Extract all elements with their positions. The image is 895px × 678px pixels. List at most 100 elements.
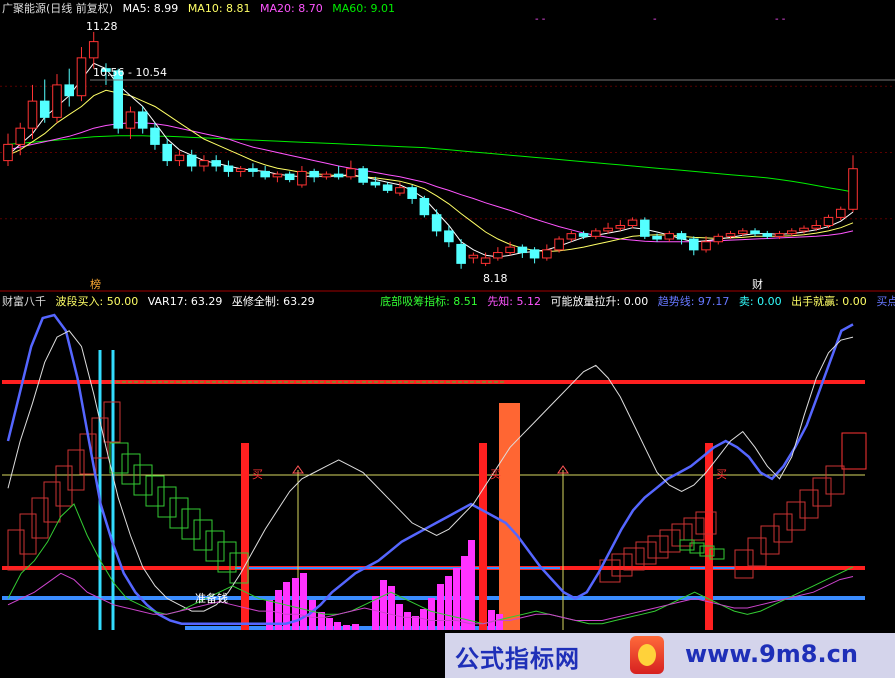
ma5-line	[7, 62, 854, 258]
green-step-box	[169, 497, 189, 529]
red-step-box	[55, 465, 73, 507]
main-labels: 11.28 10.56 - 10.54 8.18 榜 财	[86, 20, 895, 291]
bottom-readout: 底部吸筹指标: 8.51	[380, 295, 478, 308]
candle-down	[444, 230, 454, 243]
candle-up	[505, 246, 515, 254]
red-step-box	[825, 465, 845, 495]
candle-up	[615, 225, 626, 229]
candle-up	[737, 230, 748, 235]
sub-pane-header: 财富八千 波段买入: 50.00 VAR17: 63.29 巫修全制: 63.2…	[2, 295, 895, 309]
candle-down	[456, 243, 466, 264]
marker-left-label: 榜	[90, 277, 101, 291]
candle-up	[88, 41, 99, 59]
exit-readout: 出手就赢: 0.00	[791, 295, 867, 308]
magenta-volume-bar	[437, 584, 444, 630]
red-step-box	[611, 553, 633, 577]
candle-down	[358, 168, 368, 183]
watermark-left-text: 公式指标网	[455, 645, 580, 673]
candle-up	[493, 252, 503, 259]
candle-up	[52, 84, 62, 118]
candle-up	[468, 254, 479, 259]
green-step-box	[133, 464, 153, 496]
wave-buy-readout: 波段买入: 50.00	[55, 295, 139, 308]
red-step-box	[799, 489, 819, 519]
red-step-box	[67, 449, 85, 491]
header-tick-marks: -	[653, 14, 657, 25]
candle-up	[591, 230, 601, 237]
red-step-box	[7, 529, 25, 571]
magenta-volume-bar	[343, 625, 350, 630]
main-grid	[0, 85, 895, 220]
candle-down	[309, 170, 319, 178]
watermark-seal-icon	[630, 636, 664, 674]
candle-up	[3, 143, 13, 162]
candle-down	[248, 168, 258, 172]
candle-up	[823, 216, 834, 227]
red-step-box	[841, 432, 867, 470]
candle-up	[554, 238, 564, 251]
candle-up	[603, 227, 613, 232]
candle-down	[39, 100, 50, 118]
magenta-volume-bar	[445, 576, 452, 630]
watermark-banner: 公式指标网 www.9m8.cn	[445, 633, 895, 678]
red-step-box	[683, 517, 705, 541]
magenta-volume-bar	[266, 600, 273, 630]
magenta-volume-bar	[496, 614, 503, 630]
candle-up	[321, 173, 332, 178]
header-tick-marks: - -	[775, 14, 786, 25]
candle-down	[186, 154, 197, 167]
candle-up	[235, 168, 246, 172]
ma20-readout: MA20: 8.70	[260, 2, 323, 15]
candle-down	[137, 111, 148, 129]
green-step-box	[157, 486, 177, 518]
red-step-box	[659, 529, 681, 553]
volume-readout: 可能放量拉升: 0.00	[550, 295, 649, 308]
red-step-box	[812, 477, 832, 507]
high-price-label: 11.28	[86, 20, 118, 33]
main-moving-averages	[7, 62, 854, 258]
foreknow-readout: 先知: 5.12	[487, 295, 541, 308]
magenta-volume-bar	[404, 612, 411, 630]
candle-up	[835, 208, 846, 218]
candle-down	[150, 127, 160, 145]
candle-up	[480, 257, 491, 264]
candle-down	[762, 233, 773, 237]
buy-prep-readout: 买点准备:	[876, 295, 895, 308]
candle-down	[652, 235, 662, 240]
candle-up	[125, 111, 136, 129]
magenta-volume-bar	[318, 612, 325, 630]
candle-down	[64, 84, 75, 97]
sub-magenta-bars	[266, 540, 503, 630]
candle-down	[431, 214, 442, 232]
candle-up	[542, 249, 552, 259]
candle-down	[750, 230, 760, 235]
candle-down	[260, 170, 270, 178]
candle-down	[382, 184, 393, 191]
green-step-box	[193, 519, 213, 551]
magenta-volume-bar	[488, 610, 495, 630]
ma10-readout: MA10: 8.81	[187, 2, 251, 15]
candle-up	[627, 219, 638, 227]
candle-up	[15, 127, 26, 145]
stock-title: 广聚能源(日线 前复权)	[2, 2, 114, 15]
candle-down	[211, 160, 221, 167]
red-step-box	[31, 497, 49, 539]
candle-up	[566, 233, 577, 240]
candle-up	[199, 160, 209, 167]
prepare-money-label: 准备钱	[195, 591, 228, 605]
buy-mark-label: 买	[252, 468, 263, 481]
buy-signal-bar[interactable]	[479, 443, 487, 630]
candle-up	[297, 170, 307, 186]
candle-up	[774, 233, 785, 237]
candle-up	[848, 168, 858, 210]
magenta-volume-bar	[380, 580, 387, 630]
magenta-volume-bar	[352, 624, 359, 630]
candle-down	[419, 197, 430, 216]
chart-canvas[interactable]: - - - - - 买 买 买 准备钱 11.28 10.56 - 10.54 …	[0, 0, 895, 678]
candle-up	[664, 233, 675, 240]
buy-signal-bar[interactable]	[241, 443, 249, 630]
candle-down	[113, 70, 124, 129]
stock-chart-window[interactable]: - - - - - 买 买 买 准备钱 11.28 10.56 - 10.54 …	[0, 0, 895, 678]
candle-down	[223, 165, 234, 172]
buy-mark-label: 买	[490, 468, 501, 481]
